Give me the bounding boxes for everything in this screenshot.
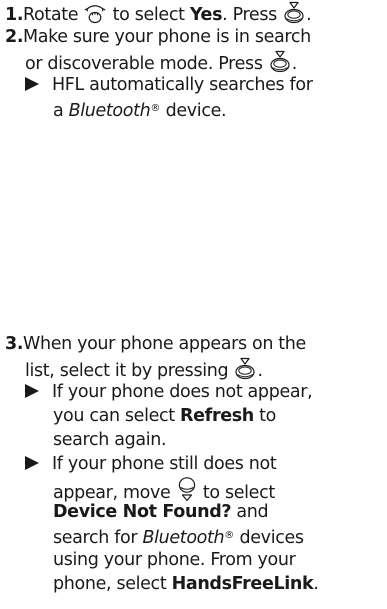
step-number: 1.	[5, 5, 24, 25]
text-run: or discoverable mode. Press	[25, 54, 268, 74]
step-3-note-1-line-3: search again.	[5, 428, 385, 452]
option-handsfreelink: HandsFreeLink	[171, 574, 314, 594]
step-3-note-2-line-4: search for Bluetooth® devices	[5, 524, 385, 548]
interface-dial-move-down-icon	[176, 476, 198, 502]
text-run: to select	[107, 5, 190, 25]
text-run: Make sure your phone is in search	[23, 27, 311, 47]
text-run: .	[306, 5, 312, 25]
text-run: HFL automatically searches for	[52, 75, 313, 95]
result-arrow-icon	[25, 77, 39, 91]
text-run: When your phone appears on the	[23, 334, 306, 354]
step-2-line-2: or discoverable mode. Press .	[5, 49, 385, 74]
text-run: search again.	[53, 430, 167, 450]
step-3-note-2-line-3: Device Not Found? and	[5, 500, 385, 524]
text-run: and	[231, 502, 269, 522]
step-3: 3.When your phone appears on the list, s…	[5, 332, 385, 596]
text-run: to	[253, 406, 277, 426]
interface-dial-press-icon	[268, 49, 292, 73]
step-1: 1.Rotate to select Yes. Press .	[5, 0, 385, 25]
text-run: phone, select	[53, 574, 172, 594]
interface-dial-press-icon	[282, 0, 306, 24]
step-3-note-1-line-2: you can select Refresh to	[5, 404, 385, 428]
step-3-note-2-line-5: using your phone. From your	[5, 548, 385, 572]
text-run: devices	[234, 528, 305, 548]
text-run: .	[257, 361, 263, 381]
brand-bluetooth: Bluetooth	[68, 101, 151, 121]
step-number: 3.	[5, 334, 24, 354]
text-run: .	[291, 54, 298, 74]
step-3-note-2-line-1: If your phone still does not	[5, 452, 385, 476]
registered-mark: ®	[150, 103, 161, 114]
result-arrow-icon	[25, 456, 39, 470]
step-3-line-1: 3.When your phone appears on the	[5, 332, 385, 356]
step-2-line-1: 2.Make sure your phone is in search	[5, 25, 385, 49]
brand-bluetooth: Bluetooth	[142, 528, 225, 548]
registered-mark: ®	[224, 530, 235, 541]
text-run: Rotate	[23, 5, 84, 25]
interface-dial-press-icon	[233, 356, 257, 380]
text-run: a	[53, 101, 69, 121]
step-number: 2.	[5, 27, 24, 47]
step-3-line-2: list, select it by pressing .	[5, 356, 385, 381]
text-run: you can select	[53, 406, 181, 426]
step-1-line-1: 1.Rotate to select Yes. Press .	[5, 0, 385, 25]
text-run: device.	[160, 101, 227, 121]
option-yes: Yes	[189, 5, 223, 25]
step-2-note-1-line-1: HFL automatically searches for	[5, 73, 385, 97]
text-run: using your phone. From your	[53, 550, 296, 570]
text-run: .	[313, 574, 319, 594]
step-2: 2.Make sure your phone is in search or d…	[5, 25, 385, 121]
option-device-not-found: Device Not Found?	[53, 502, 232, 522]
interface-dial-rotate-icon	[83, 2, 107, 24]
step-3-note-2-line-2: appear, move to select	[5, 476, 385, 503]
step-3-note-2-line-6: phone, select HandsFreeLink.	[5, 572, 385, 596]
text-run: If your phone does not appear,	[52, 382, 313, 402]
text-run: . Press	[222, 5, 283, 25]
text-run: If your phone still does not	[52, 454, 277, 474]
result-arrow-icon	[25, 384, 39, 398]
text-run: search for	[53, 528, 143, 548]
step-3-note-1-line-1: If your phone does not appear,	[5, 380, 385, 404]
option-refresh: Refresh	[180, 406, 254, 426]
text-run: list, select it by pressing	[25, 361, 234, 381]
step-2-note-1-line-2: a Bluetooth® device.	[5, 97, 385, 121]
